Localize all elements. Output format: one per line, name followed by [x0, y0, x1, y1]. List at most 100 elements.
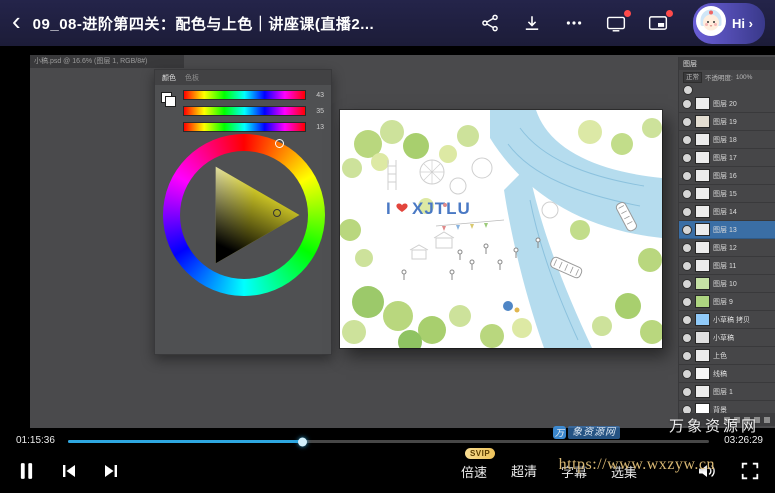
eye-icon	[682, 206, 692, 217]
layer-name: 图层 17	[713, 154, 737, 162]
color-panel-header: 颜色 色板	[155, 70, 331, 85]
layer-row: 图层 10	[679, 275, 775, 293]
layer-name: 图层 13	[713, 226, 737, 234]
watermark-logo-text: 象资源网	[568, 426, 620, 439]
more-icon[interactable]	[563, 12, 585, 34]
layer-name: 图层 14	[713, 208, 737, 216]
eye-icon	[682, 368, 692, 379]
fg-bg-swatches	[161, 92, 176, 107]
progress-fill	[68, 437, 307, 446]
color-slider: 13	[183, 122, 324, 132]
layer-name: 图层 1	[713, 388, 733, 396]
eye-icon	[682, 134, 692, 145]
trash-icon	[764, 416, 770, 423]
previous-button[interactable]	[61, 464, 77, 478]
back-button[interactable]: ‹	[10, 8, 23, 38]
layer-thumbnail	[695, 115, 710, 128]
user-account-button[interactable]: Hi ›	[693, 2, 765, 44]
tab-color: 颜色	[162, 74, 176, 82]
layer-thumbnail	[695, 205, 710, 218]
fullscreen-icon[interactable]	[741, 462, 759, 480]
eye-icon	[682, 116, 692, 127]
lock-row	[679, 84, 775, 95]
video-player: ‹ 09_08-进阶第四关：配色与上色｜讲座课(直播2... Hi › 小稿.p…	[0, 0, 775, 493]
eye-icon	[682, 332, 692, 343]
layer-name: 图层 10	[713, 280, 737, 288]
hue-marker-icon	[274, 138, 284, 148]
layer-row: 图层 20	[679, 95, 775, 113]
layer-row: 图层 18	[679, 131, 775, 149]
layer-name: 背景	[713, 406, 727, 414]
slider-gradient-bar	[183, 106, 306, 116]
quality-button[interactable]: SVIP 超清	[464, 448, 537, 481]
layer-thumbnail	[695, 259, 710, 272]
slider-gradient-bar	[183, 90, 306, 100]
lock-icon	[683, 84, 693, 95]
artboard-canvas: I XJTLU	[340, 110, 662, 348]
layer-row: 图层 19	[679, 113, 775, 131]
pip-icon[interactable]	[647, 10, 674, 34]
layer-row: 图层 16	[679, 167, 775, 185]
canvas-text-name: XJTLU	[412, 199, 471, 218]
share-icon[interactable]	[479, 12, 501, 34]
eye-icon	[682, 386, 692, 397]
layer-row: 图层 14	[679, 203, 775, 221]
eye-icon	[682, 404, 692, 413]
layer-thumbnail	[695, 331, 710, 344]
progress-thumb[interactable]	[297, 437, 307, 446]
opacity-label: 不透明度:	[705, 75, 733, 82]
layer-row: 图层 1	[679, 383, 775, 401]
download-icon[interactable]	[521, 12, 543, 34]
layer-thumbnail	[695, 313, 710, 326]
player-topbar: ‹ 09_08-进阶第四关：配色与上色｜讲座课(直播2... Hi ›	[0, 0, 775, 46]
watermark-logo-icon: 万	[553, 426, 566, 439]
blend-mode-select: 正常	[683, 71, 702, 83]
layer-row: 上色	[679, 347, 775, 365]
layer-name: 图层 9	[713, 298, 733, 306]
watermark-site-name: 万象资源网	[668, 418, 759, 435]
topbar-actions: Hi ›	[479, 2, 765, 44]
background-swatch	[165, 96, 176, 107]
layer-thumbnail	[695, 187, 710, 200]
color-slider: 43	[183, 90, 324, 100]
watermark-logo: 万 象资源网	[553, 426, 620, 439]
current-time: 01:15:36	[16, 435, 55, 446]
layer-name: 图层 15	[713, 190, 737, 198]
progress-bar[interactable]	[68, 437, 709, 446]
layer-name: 图层 18	[713, 136, 737, 144]
layers-panel: 图层 正常 不透明度: 100% 图层 20 图层 19 图层 18 图层 17 图层 …	[678, 57, 775, 426]
notification-badge	[624, 10, 632, 17]
next-button[interactable]	[103, 464, 119, 478]
layer-thumbnail	[695, 241, 710, 254]
layer-name: 图层 11	[713, 262, 737, 270]
layer-row: 图层 12	[679, 239, 775, 257]
layer-thumbnail	[695, 295, 710, 308]
color-sliders: 43 35 13	[183, 90, 324, 132]
layer-row: 图层 17	[679, 149, 775, 167]
layer-row: 图层 15	[679, 185, 775, 203]
layer-thumbnail	[695, 349, 710, 362]
layer-thumbnail	[695, 223, 710, 236]
speed-button[interactable]: 倍速	[461, 462, 487, 481]
layer-row: 背景	[679, 401, 775, 413]
layer-thumbnail	[695, 169, 710, 182]
layer-name: 图层 20	[713, 100, 737, 108]
tab-layers: 图层	[683, 60, 697, 68]
avatar	[696, 5, 727, 41]
layer-name: 图层 12	[713, 244, 737, 252]
photoshop-ui: 小稿.psd @ 16.6% (图层 1, RGB/8#) 颜色 色板 43 35…	[30, 55, 775, 428]
layer-row: 线稿	[679, 365, 775, 383]
layer-thumbnail	[695, 403, 710, 413]
watermark-url: https://www.wxzyw.cn	[558, 456, 715, 473]
cast-icon[interactable]	[605, 10, 632, 34]
color-wheel	[163, 134, 325, 296]
eye-icon	[682, 314, 692, 325]
pause-button[interactable]	[18, 462, 35, 480]
video-title: 09_08-进阶第四关：配色与上色｜讲座课(直播2...	[32, 15, 375, 33]
video-frame[interactable]: 小稿.psd @ 16.6% (图层 1, RGB/8#) 颜色 色板 43 35…	[0, 46, 775, 433]
layer-name: 图层 19	[713, 118, 737, 126]
illustration: I XJTLU	[340, 110, 662, 348]
svip-badge: SVIP	[464, 448, 496, 459]
eye-icon	[682, 242, 692, 253]
sv-marker-icon	[273, 208, 282, 217]
